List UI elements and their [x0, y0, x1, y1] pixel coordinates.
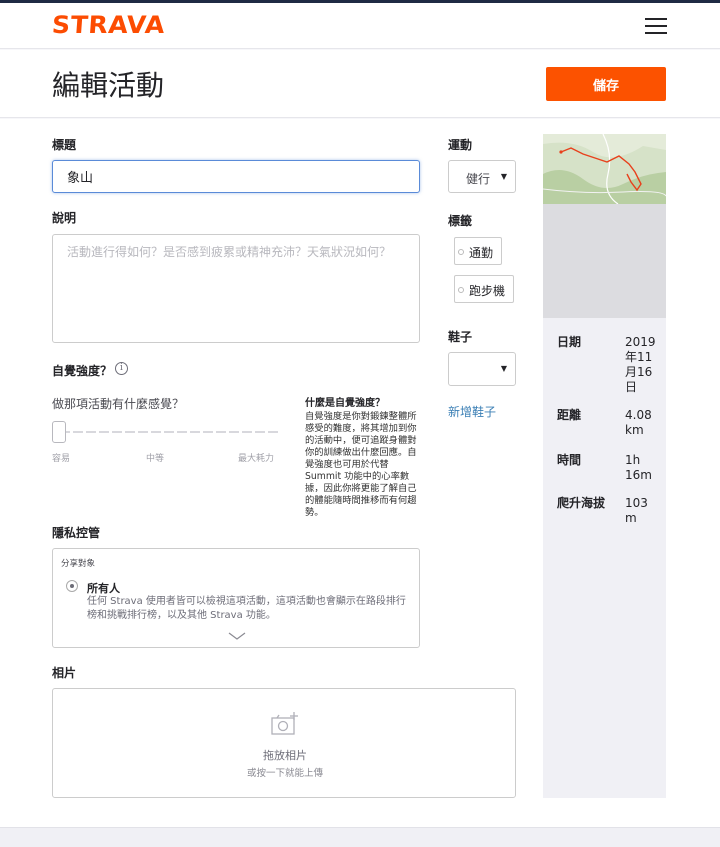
exertion-question: 做那項活動有什麼感覺？ — [52, 397, 185, 411]
sport-value: 健行 — [466, 172, 491, 186]
tag-treadmill[interactable]: 跑步機 — [454, 275, 515, 303]
tags-label: 標籤 — [448, 214, 473, 228]
stat-time-value: 1h 16m — [625, 453, 652, 482]
route-map-graphic — [543, 134, 666, 204]
privacy-option-label[interactable]: 所有人 — [87, 580, 120, 596]
dropdown-arrow-icon: ▼ — [500, 172, 507, 181]
sport-label: 運動 — [448, 138, 473, 152]
page-header: 編輯活動 儲存 — [0, 50, 720, 118]
photo-drop-text: 拖放相片 — [263, 749, 307, 762]
title-label: 標題 — [52, 138, 77, 152]
exertion-slider-handle[interactable] — [52, 421, 66, 443]
description-label: 說明 — [52, 211, 77, 225]
description-textarea[interactable] — [52, 234, 420, 343]
exertion-slider-track[interactable] — [60, 431, 278, 433]
stat-date-value: 2019年11月16日 — [625, 335, 656, 394]
privacy-radio-everyone[interactable] — [66, 580, 78, 592]
shoes-label: 鞋子 — [448, 330, 473, 344]
stat-date-label: 日期 — [557, 335, 582, 349]
stat-distance-label: 距離 — [557, 408, 582, 422]
top-navbar: STRAVA — [0, 3, 720, 49]
info-icon[interactable]: i — [115, 362, 128, 375]
dropdown-arrow-icon: ▼ — [500, 364, 507, 373]
menu-icon[interactable] — [645, 18, 667, 34]
photo-dropzone[interactable]: 拖放相片 或按一下就能上傳 — [52, 688, 516, 798]
title-input[interactable] — [52, 160, 420, 193]
route-map — [543, 134, 666, 204]
exertion-label: 自覺強度？ — [52, 364, 113, 378]
privacy-control: 分享對象 所有人 任何 Strava 使用者皆可以檢視這項活動，這項活動也會顯示… — [52, 548, 420, 648]
photos-label: 相片 — [52, 666, 77, 680]
page-footer — [0, 827, 720, 847]
exertion-help-text: 自覺強度是你對鍛鍊整體所感受的難度，將其增加到你的活動中，便可追蹤身體對你的訓練… — [305, 411, 417, 518]
strava-logo[interactable]: STRAVA — [51, 11, 166, 39]
chevron-down-icon[interactable] — [227, 631, 247, 641]
save-button[interactable]: 儲存 — [546, 67, 666, 101]
slider-tick-moderate: 中等 — [146, 454, 165, 464]
activity-summary-sidebar: 日期 2019年11月16日 距離 4.08 km 時間 1h 16m 爬升海拔… — [543, 134, 666, 798]
stat-elevation-value: 103 m — [625, 496, 648, 525]
slider-tick-max: 最大耗力 — [238, 454, 275, 464]
privacy-label: 隱私控管 — [52, 526, 101, 540]
photo-upload-hint: 或按一下就能上傳 — [246, 768, 323, 779]
camera-plus-icon — [271, 712, 298, 735]
exertion-help-title: 什麼是自覺強度？ — [305, 398, 385, 409]
privacy-caption: 分享對象 — [61, 559, 96, 569]
slider-tick-easy: 容易 — [52, 454, 71, 464]
privacy-option-desc: 任何 Strava 使用者皆可以檢視這項活動，這項活動也會顯示在路段排行榜和挑戰… — [87, 596, 406, 621]
stat-time-label: 時間 — [557, 453, 582, 467]
tag-commute[interactable]: 通勤 — [454, 237, 503, 265]
shoes-select[interactable]: ▼ — [448, 352, 516, 386]
add-shoes-link[interactable]: 新增鞋子 — [448, 403, 496, 420]
page-title: 編輯活動 — [52, 69, 165, 102]
photo-placeholder — [543, 204, 666, 318]
stat-elevation-label: 爬升海拔 — [557, 496, 606, 510]
stat-distance-value: 4.08 km — [625, 408, 652, 437]
sport-select[interactable]: 健行 ▼ — [448, 160, 516, 193]
